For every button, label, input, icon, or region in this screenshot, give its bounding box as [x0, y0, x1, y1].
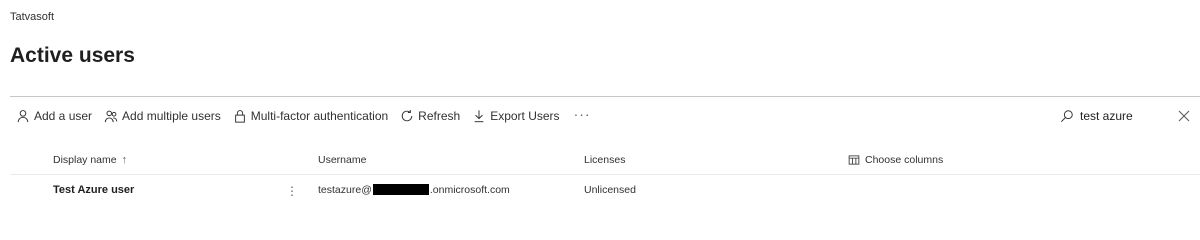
- page-title: Active users: [10, 44, 135, 67]
- search-box: [1060, 106, 1170, 126]
- people-icon: [104, 110, 118, 123]
- download-icon: [474, 110, 484, 123]
- column-username-label: Username: [318, 154, 367, 166]
- organization-name: Tatvasoft: [10, 11, 55, 23]
- user-licenses: Unlicensed: [584, 184, 636, 196]
- export-users-button[interactable]: Export Users: [466, 104, 565, 128]
- add-user-label: Add a user: [34, 109, 93, 123]
- table-row[interactable]: Test Azure user ⋮ testazure@ .onmicrosoft…: [10, 176, 1200, 204]
- mfa-label: Multi-factor authentication: [250, 109, 389, 123]
- search-input[interactable]: [1080, 109, 1170, 123]
- lock-icon: [234, 110, 245, 123]
- add-user-button[interactable]: Add a user: [10, 104, 98, 128]
- columns-icon: [848, 155, 860, 165]
- row-more-options-icon[interactable]: ⋮: [286, 184, 298, 198]
- refresh-button[interactable]: Refresh: [394, 104, 466, 128]
- table-header: Display name ↑ Username Licenses Choose …: [10, 150, 1200, 172]
- person-icon: [17, 110, 29, 123]
- search-icon: [1060, 110, 1073, 123]
- close-icon[interactable]: [1176, 108, 1192, 124]
- choose-columns-label: Choose columns: [865, 154, 944, 166]
- user-username: testazure@ .onmicrosoft.com: [318, 184, 510, 196]
- column-username[interactable]: Username: [318, 154, 366, 166]
- choose-columns-button[interactable]: Choose columns: [848, 154, 943, 166]
- redacted-domain: [372, 184, 429, 195]
- multi-factor-authentication-button[interactable]: Multi-factor authentication: [227, 104, 394, 128]
- row-divider: [10, 174, 1200, 175]
- column-licenses-label: Licenses: [584, 154, 626, 166]
- column-licenses[interactable]: Licenses: [584, 154, 625, 166]
- username-prefix: testazure@: [318, 184, 372, 196]
- sort-ascending-icon: ↑: [121, 154, 128, 166]
- more-options-button[interactable]: ···: [566, 102, 599, 126]
- user-display-name[interactable]: Test Azure user: [53, 184, 134, 196]
- export-users-label: Export Users: [490, 109, 560, 123]
- refresh-label: Refresh: [418, 109, 461, 123]
- column-display-name[interactable]: Display name ↑: [53, 154, 127, 166]
- toolbar-divider: [10, 96, 1200, 97]
- command-bar: Add a user Add multiple users Multi-fact…: [10, 104, 599, 128]
- column-display-name-label: Display name: [53, 154, 117, 166]
- username-suffix: .onmicrosoft.com: [429, 184, 510, 196]
- refresh-icon: [401, 110, 413, 122]
- add-multiple-users-label: Add multiple users: [122, 109, 221, 123]
- add-multiple-users-button[interactable]: Add multiple users: [98, 104, 227, 128]
